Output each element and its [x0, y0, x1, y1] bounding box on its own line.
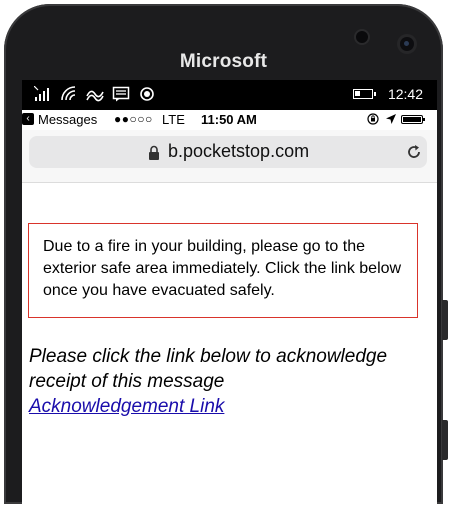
ios-clock: 11:50 AM — [201, 112, 257, 127]
acknowledgement-link[interactable]: Acknowledgement Link — [29, 396, 224, 417]
address-bar[interactable]: b.pocketstop.com — [29, 136, 427, 168]
location-arrow-icon — [385, 113, 397, 125]
volume-button — [442, 300, 448, 340]
emergency-alert-box: Due to a fire in your building, please g… — [28, 223, 418, 318]
acknowledge-instruction: Please click the link below to acknowled… — [29, 346, 388, 392]
battery-icon — [353, 89, 376, 99]
acknowledge-section: Please click the link below to acknowled… — [29, 344, 425, 419]
signal-bars-icon — [33, 85, 52, 102]
location-record-icon — [138, 86, 156, 102]
ios-battery-icon — [401, 115, 425, 124]
network-type: LTE — [162, 112, 185, 127]
device-brand: Microsoft — [179, 51, 268, 72]
reload-icon[interactable] — [405, 143, 423, 161]
cellular-signal-dots: ●●○○○ — [114, 112, 153, 126]
message-icon — [112, 86, 130, 102]
windows-clock: 12:42 — [387, 86, 423, 102]
back-to-app-icon[interactable]: ‹ — [22, 113, 34, 125]
browser-toolbar: b.pocketstop.com — [22, 130, 437, 183]
url-text[interactable]: b.pocketstop.com — [168, 141, 309, 162]
ios-status-bar: ‹ Messages ●●○○○ LTE 11:50 AM — [22, 110, 437, 130]
earpiece-sensor — [356, 31, 368, 43]
power-button — [442, 420, 448, 460]
wifi-icon — [60, 86, 78, 102]
windows-status-bar: 12:42 — [22, 80, 437, 110]
lock-icon — [147, 145, 161, 161]
alert-message: Due to a fire in your building, please g… — [43, 238, 402, 299]
back-app-label[interactable]: Messages — [38, 112, 97, 127]
front-camera — [400, 37, 414, 51]
rotation-lock-icon — [367, 113, 379, 125]
data-sense-icon — [86, 86, 104, 102]
